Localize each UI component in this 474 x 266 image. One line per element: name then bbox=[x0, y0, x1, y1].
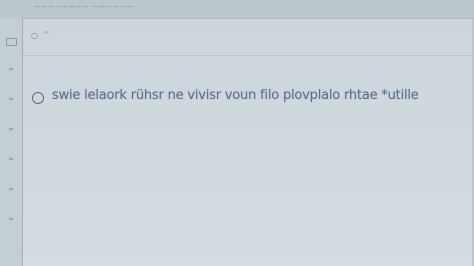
gutter-marker bbox=[9, 98, 13, 100]
title-bar: ~~~~~~~~ ~~~~~~ bbox=[0, 0, 474, 19]
back-icon[interactable]: ○ bbox=[31, 31, 38, 40]
gutter-marker bbox=[9, 128, 13, 130]
sidebar-toggle-button[interactable] bbox=[6, 38, 17, 46]
left-sidebar bbox=[0, 18, 23, 266]
search-icon bbox=[32, 92, 44, 104]
main-content: ○ ^ swie lelaork rühsr ne vivisr voun fi… bbox=[23, 19, 474, 266]
gutter-marker bbox=[9, 68, 13, 70]
search-input[interactable]: swie lelaork rühsr ne vivisr voun filo p… bbox=[23, 81, 474, 117]
window-title: ~~~~~~~~ ~~~~~~ bbox=[34, 2, 134, 11]
gutter-marker bbox=[9, 218, 13, 220]
screen: ~~~~~~~~ ~~~~~~ ○ ^ swie lelaork rühsr n… bbox=[0, 0, 474, 266]
gutter-marker bbox=[9, 188, 13, 190]
search-input-value: swie lelaork rühsr ne vivisr voun filo p… bbox=[52, 88, 419, 103]
chevron-up-icon[interactable]: ^ bbox=[43, 30, 50, 39]
gutter-marker bbox=[9, 158, 13, 160]
toolbar: ○ ^ bbox=[23, 19, 474, 56]
